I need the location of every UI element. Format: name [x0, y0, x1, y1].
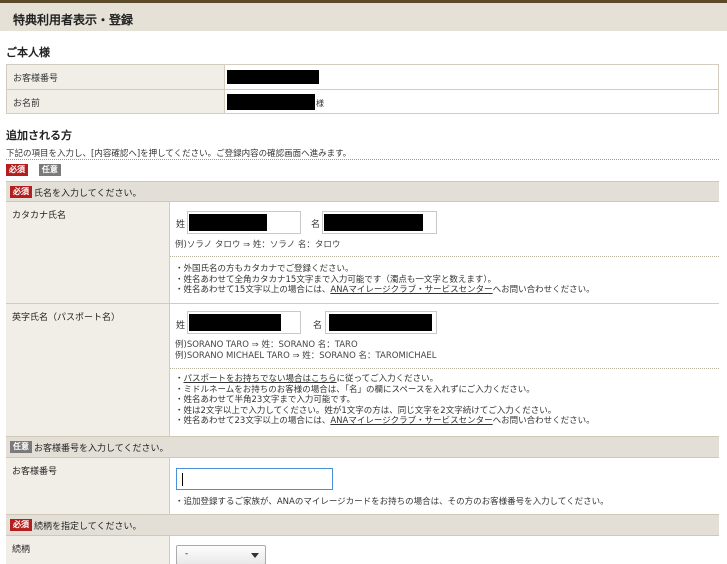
katakana-divider: [170, 256, 719, 257]
english-name-label: 英字氏名（パスポート名）: [12, 313, 121, 323]
redacted-english-first-name: [329, 314, 432, 331]
badge-legend: 必須 任意: [6, 164, 61, 176]
relation-instruction: 続柄を指定してください。: [34, 522, 142, 532]
name-honorific: 様: [316, 99, 324, 108]
added-section-heading: 追加される方: [6, 129, 72, 142]
page-title-bar: 特典利用者表示・登録: [0, 0, 727, 31]
katakana-example: 例)ソラノ タロウ ⇒ 姓：ソラノ 名：タロウ: [175, 240, 341, 250]
redacted-customer-number: [227, 70, 319, 84]
english-note: ・姓は2文字以上で入力してください。姓が1文字の方は、同じ文字を2文字続けてご入…: [175, 405, 557, 416]
added-section-description: 下記の項目を入力し、[内容確認へ]を押してください。ご登録内容の確認画面へ進みま…: [6, 149, 352, 159]
text-caret: [182, 473, 183, 486]
english-note: ・姓名あわせて半角23文字まで入力可能です。: [175, 395, 355, 405]
relation-label: 続柄: [12, 545, 31, 555]
katakana-first-name-input[interactable]: [322, 211, 437, 234]
english-example-line: 例)SORANO MICHAEL TARO ⇒ 姓：SORANO 名：TAROM…: [175, 351, 437, 361]
self-name-label: お名前: [7, 90, 225, 113]
english-first-name-input[interactable]: [325, 311, 437, 334]
english-note: ・パスポートをお持ちでない場合はこちらに従ってご入力ください。: [175, 374, 439, 384]
required-legend-badge: 必須: [6, 164, 28, 176]
relation-band: 必須 続柄を指定してください。: [6, 514, 719, 536]
katakana-notes: ・外国氏名の方もカタカナでご登録ください。 ・姓名あわせて全角カタカナ15文字ま…: [175, 264, 595, 296]
redacted-katakana-last-name: [189, 214, 267, 231]
name-required-badge: 必須: [10, 186, 32, 198]
optional-legend-badge: 任意: [38, 164, 61, 176]
english-note: ・姓名あわせて23文字以上の場合には、ANAマイレージクラブ・サービスセンターへ…: [175, 416, 595, 426]
english-example: 例)SORANO TARO ⇒ 姓：SORANO 名：TARO 例)SORANO…: [175, 340, 437, 362]
katakana-last-name-input[interactable]: [187, 211, 301, 234]
relation-label-cell: 続柄: [6, 536, 170, 564]
redacted-katakana-first-name: [324, 214, 423, 231]
dotted-divider: [6, 159, 719, 160]
service-center-link[interactable]: ANAマイレージクラブ・サービスセンター: [330, 285, 492, 295]
relation-select[interactable]: -: [176, 545, 266, 564]
customer-number-label: お客様番号: [12, 467, 58, 477]
katakana-name-label-cell: カタカナ氏名: [6, 202, 170, 304]
name-section-band: 必須 氏名を入力してください。: [6, 181, 719, 202]
katakana-note: ・外国氏名の方もカタカナでご登録ください。: [175, 264, 354, 274]
self-customer-number-label: お客様番号: [7, 65, 225, 89]
service-center-link[interactable]: ANAマイレージクラブ・サービスセンター: [330, 416, 492, 426]
english-example-line: 例)SORANO TARO ⇒ 姓：SORANO 名：TARO: [175, 340, 358, 350]
customer-number-instruction: お客様番号を入力してください。: [34, 444, 169, 454]
customer-number-label-cell: お客様番号: [6, 458, 170, 514]
english-notes: ・パスポートをお持ちでない場合はこちらに従ってご入力ください。 ・ミドルネームを…: [175, 374, 595, 427]
redacted-english-last-name: [189, 314, 281, 331]
customer-number-band: 任意 お客様番号を入力してください。: [6, 436, 719, 458]
english-divider: [170, 368, 719, 369]
relation-required-badge: 必須: [10, 519, 32, 531]
name-instruction: 氏名を入力してください。: [34, 189, 142, 199]
customer-number-note: ・追加登録するご家族が、ANAのマイレージカードをお持ちの場合は、その方のお客様…: [175, 497, 609, 507]
katakana-name-label: カタカナ氏名: [12, 211, 67, 221]
relation-selected-value: -: [185, 549, 189, 559]
redacted-name: [227, 94, 315, 110]
english-note: ・ミドルネームをお持ちのお客様の場合は、「名」の欄にスペースを入れずにご入力くだ…: [175, 384, 535, 395]
no-passport-link[interactable]: パスポートをお持ちでない場合はこちら: [184, 374, 337, 384]
english-name-label-cell: 英字氏名（パスポート名）: [6, 304, 170, 436]
customer-number-optional-badge: 任意: [10, 441, 32, 453]
english-last-name-label: 姓: [176, 321, 186, 331]
self-section-heading: ご本人様: [6, 46, 50, 59]
chevron-down-icon: [251, 553, 259, 558]
page-title: 特典利用者表示・登録: [13, 13, 134, 27]
katakana-last-name-label: 姓: [176, 220, 186, 230]
katakana-first-name-label: 名: [311, 220, 321, 230]
katakana-note: ・姓名あわせて全角カタカナ15文字まで入力可能です（濁点も一文字と数えます）。: [175, 274, 497, 285]
self-info-table: お客様番号 お名前 様: [6, 64, 719, 114]
katakana-note: ・姓名あわせて15文字以上の場合には、ANAマイレージクラブ・サービスセンターへ…: [175, 285, 595, 295]
english-last-name-input[interactable]: [187, 311, 301, 334]
self-customer-number-row: お客様番号: [7, 65, 718, 89]
self-name-row: お名前 様: [7, 89, 718, 113]
english-first-name-label: 名: [313, 321, 323, 331]
customer-number-input[interactable]: [176, 468, 333, 490]
